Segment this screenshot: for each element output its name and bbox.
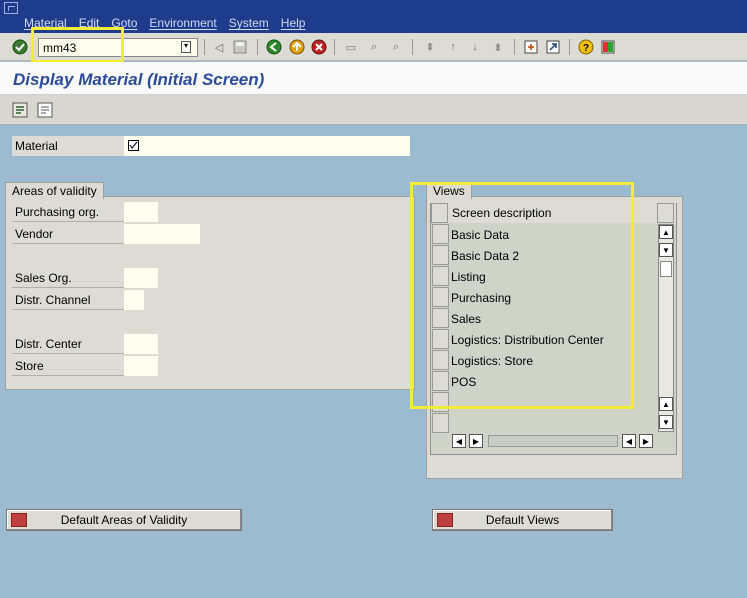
purchasing-org-input[interactable] [124,202,158,222]
scroll-left-icon[interactable]: ◀ [452,434,466,448]
views-highlight [410,182,634,409]
execute-icon[interactable] [11,101,29,119]
store-label-cell: Store [12,356,124,376]
default-views-label: Default Views [485,513,560,527]
menu-help[interactable]: Help [281,16,306,30]
scroll-page-up-icon[interactable]: ▲ [659,397,673,411]
back-arrow-icon[interactable]: ◁ [210,38,228,56]
material-label: Material [15,139,58,153]
enter-check-icon[interactable] [11,38,29,56]
scroll-right-end-icon[interactable]: ▶ [639,434,653,448]
help-icon[interactable]: ? [577,38,595,56]
row-select-button[interactable] [432,413,449,433]
save-icon [11,513,27,527]
separator [204,39,205,55]
separator [257,39,258,55]
sales-org-label: Sales Org. [15,271,72,285]
cancel-red-icon[interactable] [310,38,328,56]
vendor-input[interactable] [124,224,200,244]
command-field-highlight [31,27,124,63]
distr-center-input[interactable] [124,334,158,354]
layout-menu-icon[interactable] [599,38,617,56]
title-bar: Display Material (Initial Screen) [0,62,747,95]
distr-channel-label-cell: Distr. Channel [12,290,124,310]
application-toolbar [0,95,747,125]
distr-channel-input[interactable] [124,290,144,310]
scroll-page-down-icon[interactable]: ▼ [659,415,673,429]
distr-center-label: Distr. Center [15,337,82,351]
default-views-button[interactable]: Default Views [432,509,613,531]
material-label-cell: Material [12,136,124,156]
scroll-up-icon[interactable]: ▲ [659,225,673,239]
scroll-left-end-icon[interactable]: ◀ [622,434,636,448]
separator [569,39,570,55]
purchasing-org-label: Purchasing org. [15,205,100,219]
find-icon[interactable]: ⌕ [365,38,383,56]
menu-system[interactable]: System [229,16,269,30]
last-page-icon[interactable]: ⇟ [489,38,507,56]
vendor-label-cell: Vendor [12,224,124,244]
print-icon[interactable]: ▭ [342,38,360,56]
store-input[interactable] [124,356,158,376]
system-menu-icon[interactable] [4,2,18,14]
distr-channel-label: Distr. Channel [15,293,91,307]
sales-org-input[interactable] [124,268,158,288]
views-horizontal-scrollbar[interactable]: ◀ ▶ ◀ ▶ [452,434,654,450]
save-icon[interactable] [231,38,249,56]
exit-yellow-icon[interactable] [288,38,306,56]
svg-text:?: ? [583,43,589,54]
back-green-icon[interactable] [265,38,283,56]
areas-of-validity-title: Areas of validity [5,182,104,199]
save-icon [437,513,453,527]
purchasing-org-label-cell: Purchasing org. [12,202,124,222]
scroll-right-icon[interactable]: ▶ [469,434,483,448]
store-label: Store [15,359,44,373]
separator [412,39,413,55]
scroll-down-icon[interactable]: ▼ [659,243,673,257]
page-title: Display Material (Initial Screen) [13,70,265,89]
shortcut-icon[interactable] [544,38,562,56]
sales-org-label-cell: Sales Org. [12,268,124,288]
find-next-icon[interactable]: ⌕ [387,38,405,56]
views-vertical-scrollbar[interactable]: ▲ ▼ ▲ ▼ [658,224,674,432]
separator [514,39,515,55]
select-views-icon[interactable] [36,101,54,119]
distr-center-label-cell: Distr. Center [12,334,124,354]
menu-environment[interactable]: Environment [149,16,216,30]
previous-page-icon[interactable]: ↑ [444,38,462,56]
separator [334,39,335,55]
create-session-icon[interactable] [522,38,540,56]
command-history-dropdown-icon[interactable]: ▾ [181,41,191,53]
horizontal-track[interactable] [488,435,618,447]
vendor-label: Vendor [15,227,54,241]
default-areas-label: Default Areas of Validity [60,513,188,527]
scroll-thumb[interactable] [660,261,672,277]
next-page-icon[interactable]: ↓ [466,38,484,56]
first-page-icon[interactable]: ⇞ [421,38,439,56]
default-areas-button[interactable]: Default Areas of Validity [6,509,242,531]
column-config-button[interactable] [657,203,674,223]
material-input[interactable] [124,136,410,156]
